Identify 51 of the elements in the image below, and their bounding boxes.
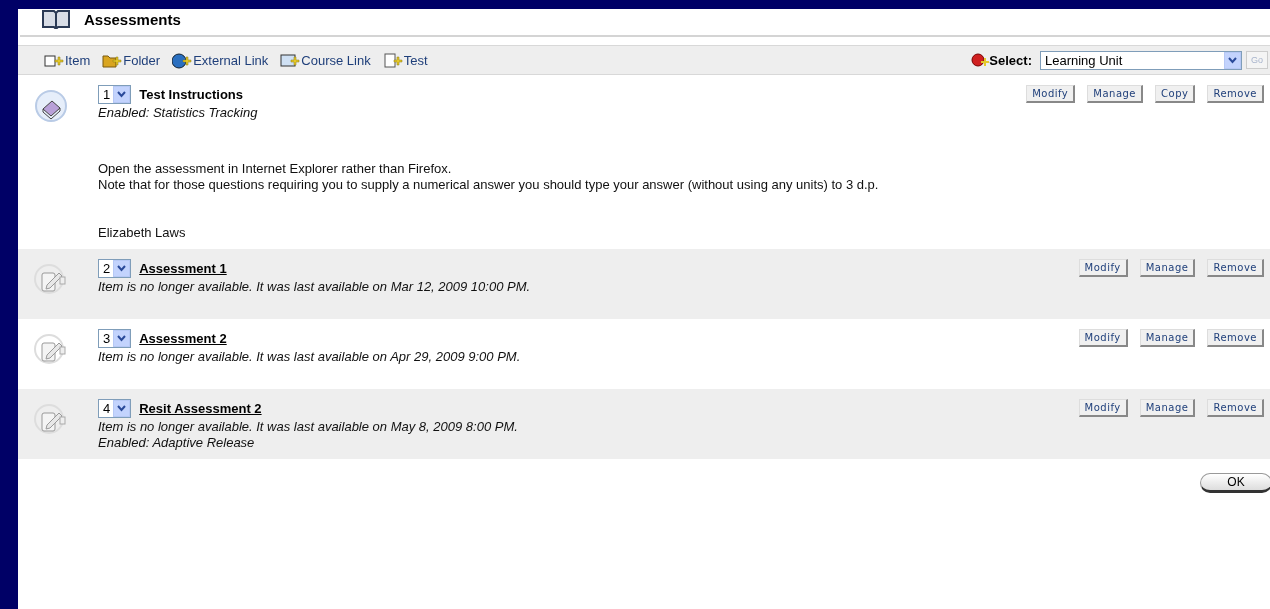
- book-icon: [34, 89, 68, 123]
- description-text: Note that for those questions requiring you to supply a numerical answer you should type your answer (without using any units) to 3 d.p.: [98, 177, 880, 193]
- add-action-link[interactable]: Test: [382, 51, 428, 69]
- item-action-button[interactable]: Remove: [1207, 259, 1264, 277]
- description-text: Elizabeth Laws: [98, 225, 187, 241]
- item-title-link[interactable]: Resit Assessment 2: [139, 401, 262, 416]
- item-detail: Item is no longer available. It was last available on Apr 29, 2009 9:00 PM.: [98, 349, 522, 365]
- item-action-button[interactable]: Manage: [1139, 329, 1196, 347]
- add-action-link[interactable]: External Link: [172, 51, 269, 69]
- calendar-plus-icon: [280, 51, 301, 69]
- chevron-down-icon: [117, 265, 127, 272]
- item-action-button[interactable]: Modify: [1078, 329, 1128, 347]
- item-action-button[interactable]: Manage: [1087, 85, 1144, 103]
- clipboard-pencil-icon: [34, 263, 68, 297]
- item-detail: Enabled: Adaptive Release: [98, 435, 256, 451]
- ball-plus-icon: [971, 52, 990, 68]
- item-title-link[interactable]: Assessment 2: [139, 331, 227, 346]
- item-detail: Item is no longer available. It was last available on May 8, 2009 8:00 PM.: [98, 419, 519, 435]
- book-icon: [42, 9, 70, 29]
- description-text: Open the assessment in Internet Explorer rather than Firefox.: [98, 161, 453, 177]
- item-action-button[interactable]: Modify: [1078, 259, 1128, 277]
- chevron-down-icon: [1228, 56, 1237, 64]
- chevron-down-icon: [117, 405, 127, 412]
- item-action-button[interactable]: Manage: [1139, 399, 1196, 417]
- clipboard-plus-icon: [382, 51, 403, 69]
- ok-button[interactable]: OK: [1200, 473, 1270, 493]
- select-label: Select:: [989, 52, 1032, 68]
- item-detail: Enabled: Statistics Tracking: [98, 105, 259, 121]
- page-title: Assessments: [84, 10, 181, 28]
- item-action-button[interactable]: Modify: [1078, 399, 1128, 417]
- item-action-button[interactable]: Remove: [1207, 399, 1264, 417]
- item-action-button[interactable]: Copy: [1155, 85, 1196, 103]
- order-dropdown[interactable]: 3: [98, 329, 132, 348]
- add-action-link[interactable]: Folder: [102, 51, 161, 69]
- chevron-down-icon: [117, 91, 127, 98]
- order-dropdown[interactable]: 2: [98, 259, 132, 278]
- add-action-link[interactable]: Course Link: [280, 51, 371, 69]
- order-dropdown[interactable]: 4: [98, 399, 132, 418]
- add-action-link[interactable]: Item: [44, 51, 91, 69]
- order-dropdown[interactable]: 1: [98, 85, 132, 104]
- item-title-link[interactable]: Assessment 1: [139, 261, 227, 276]
- item-action-button[interactable]: Manage: [1139, 259, 1196, 277]
- item-detail: Item is no longer available. It was last available on Mar 12, 2009 10:00 PM.: [98, 279, 532, 295]
- item-title: Test Instructions: [139, 87, 243, 102]
- item-action-button[interactable]: Modify: [1026, 85, 1076, 103]
- chevron-down-icon: [117, 335, 127, 342]
- clipboard-pencil-icon: [34, 333, 68, 367]
- item-action-button[interactable]: Remove: [1207, 329, 1264, 347]
- globe-plus-icon: [172, 51, 193, 69]
- clipboard-pencil-icon: [34, 403, 68, 437]
- item-action-button[interactable]: Remove: [1207, 85, 1264, 103]
